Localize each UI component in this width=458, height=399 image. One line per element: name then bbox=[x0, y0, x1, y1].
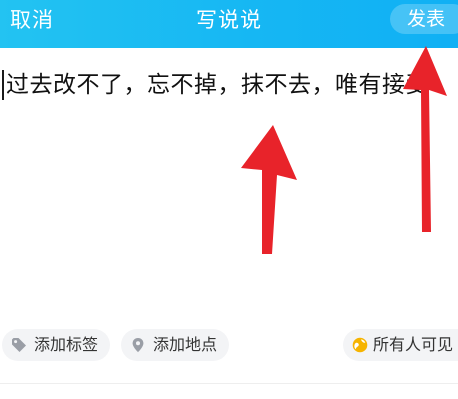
bottom-divider bbox=[0, 383, 458, 384]
add-tag-label: 添加标签 bbox=[34, 335, 99, 354]
visibility-button[interactable]: 所有人可见 bbox=[343, 329, 458, 361]
publish-button[interactable]: 发表 bbox=[390, 4, 458, 34]
tag-icon bbox=[12, 338, 26, 352]
visibility-globe-icon bbox=[352, 337, 368, 353]
visibility-label: 所有人可见 bbox=[373, 335, 454, 354]
location-pin-icon bbox=[132, 338, 144, 353]
write-post-screen: 取消 写说说 发表 过去改不了，忘不掉，抹不去，唯有接受 添加标签 添加地点 所… bbox=[0, 0, 458, 399]
text-cursor bbox=[2, 70, 4, 100]
post-text-area[interactable]: 过去改不了，忘不掉，抹不去，唯有接受 bbox=[0, 68, 458, 308]
add-tag-button[interactable]: 添加标签 bbox=[2, 329, 110, 361]
add-location-button[interactable]: 添加地点 bbox=[121, 329, 229, 361]
top-bar: 取消 写说说 发表 bbox=[0, 0, 458, 48]
add-location-label: 添加地点 bbox=[153, 335, 218, 354]
post-text: 过去改不了，忘不掉，抹不去，唯有接受 bbox=[6, 72, 429, 98]
